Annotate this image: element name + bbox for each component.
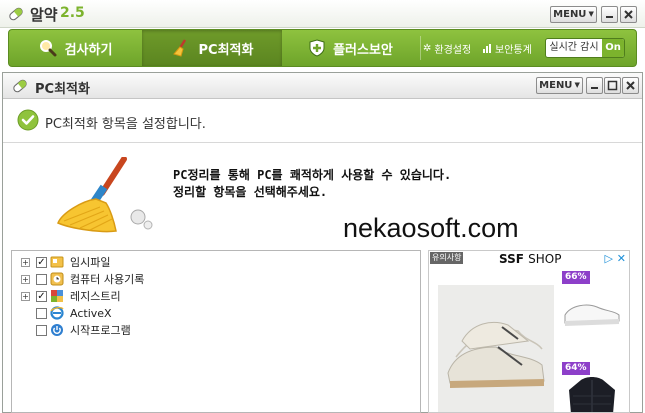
bar-chart-icon: [483, 44, 491, 53]
panel-titlebar: PC최적화 MENU ▼: [3, 73, 642, 99]
magnifier-icon: [39, 40, 57, 57]
tree-item-usage-history[interactable]: + 컴퓨터 사용기록: [12, 271, 144, 287]
close-button[interactable]: [620, 6, 637, 23]
app-name: 알약: [30, 6, 58, 24]
panel-minimize-button[interactable]: [586, 77, 603, 94]
folder-icon: [50, 256, 64, 268]
ad-brand-suffix: SHOP: [528, 252, 562, 266]
tab-pc-optimize-label: PC최적화: [198, 42, 254, 58]
sneaker-product-image[interactable]: [438, 285, 554, 413]
stats-label: 보안통계: [495, 45, 532, 56]
tree-item-startup-programs[interactable]: 시작프로그램: [12, 322, 131, 338]
stats-link[interactable]: 보안통계: [483, 41, 532, 56]
white-sneaker-image[interactable]: [561, 285, 623, 333]
tree-item-registry[interactable]: + ✓ 레지스트리: [12, 288, 121, 304]
panel-title: PC최적화: [35, 82, 90, 97]
expand-icon[interactable]: +: [21, 274, 30, 284]
tree-label: 컴퓨터 사용기록: [70, 273, 145, 286]
tree-item-activex[interactable]: ActiveX: [12, 305, 112, 321]
checkbox-unchecked[interactable]: [36, 273, 47, 285]
tree-label: 시작프로그램: [70, 324, 131, 337]
maximize-icon: [607, 80, 618, 91]
realtime-state: On: [602, 39, 624, 57]
realtime-toggle[interactable]: 실시간 감시 On: [545, 38, 625, 58]
discount-badge: 66%: [562, 271, 590, 284]
app-version: 2.5: [60, 5, 85, 21]
gear-icon: ✲: [423, 43, 432, 54]
panel-menu-label: MENU: [539, 80, 573, 91]
check-circle-icon: [17, 109, 39, 131]
minimize-icon: [606, 16, 613, 18]
settings-label: 환경설정: [434, 45, 472, 56]
ad-tag: 유의사항: [430, 252, 464, 264]
tab-scan[interactable]: 검사하기: [9, 30, 142, 66]
pill-icon: [13, 79, 27, 93]
tab-plus-security[interactable]: 플러스보안: [282, 30, 420, 66]
minimize-icon: [591, 87, 598, 89]
expand-icon[interactable]: +: [21, 291, 30, 301]
history-icon: [50, 272, 64, 286]
discount-badge: 64%: [562, 362, 590, 375]
close-icon: [624, 10, 633, 19]
tree-label: 임시파일: [70, 256, 111, 269]
ad-brand: SSF SHOP: [499, 252, 561, 266]
cleanup-tree: + ✓ 임시파일 + 컴퓨터 사용기록 + ✓ 레지스트리 ActiveX 시작…: [11, 250, 421, 413]
ad-brand-name: SSF: [499, 252, 524, 266]
tree-label: ActiveX: [70, 306, 112, 320]
checkbox-checked[interactable]: ✓: [36, 290, 47, 302]
ie-icon: [50, 306, 64, 320]
panel-menu-button[interactable]: MENU ▼: [536, 77, 583, 94]
watermark-text: nekaosoft.com: [343, 213, 519, 243]
checkbox-unchecked[interactable]: [36, 307, 47, 319]
status-row: PC최적화 항목을 설정합니다.: [3, 99, 642, 143]
registry-icon: [51, 290, 63, 302]
tree-label: 레지스트리: [70, 290, 121, 303]
panel-close-button[interactable]: [622, 77, 639, 94]
pill-logo-icon: [9, 7, 23, 21]
app-titlebar: 알약 2.5 MENU ▼: [0, 0, 645, 28]
expand-icon[interactable]: +: [21, 257, 30, 267]
minimize-button[interactable]: [601, 6, 618, 23]
close-icon: [626, 81, 635, 90]
tab-plus-security-label: 플러스보안: [333, 42, 393, 58]
ad-banner[interactable]: 유의사항 SSF SHOP ▷ ✕ 66% 64%: [428, 250, 630, 413]
intro-text-line1: PC정리를 통해 PC를 쾌적하게 사용할 수 있습니다.: [173, 168, 452, 182]
main-navbar: 검사하기 PC최적화 플러스보안 ✲ 환경설정 보안통계 실시간 감시 On: [8, 29, 637, 67]
tree-item-temp-files[interactable]: + ✓ 임시파일: [12, 254, 110, 270]
chevron-down-icon: ▼: [574, 81, 580, 89]
ad-choices-icon[interactable]: ▷ ✕: [604, 252, 626, 265]
broom-illustration-icon: [57, 157, 153, 233]
checkbox-checked[interactable]: ✓: [36, 256, 47, 268]
broom-icon: [172, 39, 186, 57]
power-icon: [51, 324, 63, 336]
jacket-product-image[interactable]: [563, 376, 621, 413]
nav-divider: [420, 36, 421, 60]
app-menu-button[interactable]: MENU ▼: [550, 6, 597, 23]
tab-scan-label: 검사하기: [64, 42, 113, 58]
shield-plus-icon: [309, 39, 325, 57]
app-menu-label: MENU: [553, 9, 587, 20]
chevron-down-icon: ▼: [588, 10, 594, 18]
tab-pc-optimize[interactable]: PC최적화: [142, 30, 282, 66]
intro-text-line2: 정리할 항목을 선택해주세요.: [173, 185, 328, 199]
checkbox-unchecked[interactable]: [36, 324, 47, 336]
settings-link[interactable]: ✲ 환경설정: [423, 41, 471, 56]
panel-maximize-button[interactable]: [604, 77, 621, 94]
status-text: PC최적화 항목을 설정합니다.: [45, 117, 206, 132]
realtime-label: 실시간 감시: [549, 42, 599, 53]
